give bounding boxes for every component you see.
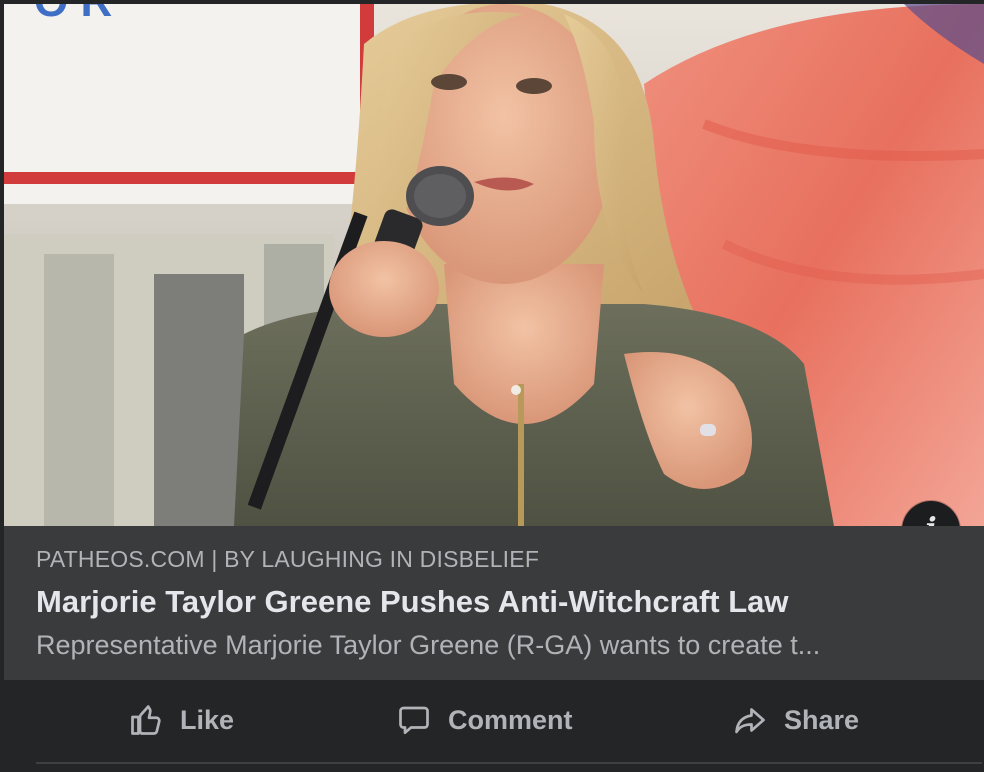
share-label: Share [784,704,860,735]
link-headline[interactable]: Marjorie Taylor Greene Pushes Anti-Witch… [36,584,789,620]
link-source: PATHEOS.COM | BY LAUGHING IN DISBELIEF [36,546,540,572]
post-action-bar: Like Comment Share [4,680,984,772]
like-label: Like [180,704,235,735]
speech-bubble-icon [399,706,429,735]
svg-text:O R: O R [34,4,112,26]
comment-label: Comment [448,704,573,735]
like-button[interactable]: Like [128,698,234,742]
thumbs-up-icon [131,705,161,735]
share-button[interactable]: Share [732,698,859,742]
link-preview-caption[interactable]: PATHEOS.COM | BY LAUGHING IN DISBELIEF M… [4,526,984,680]
comment-button[interactable]: Comment [396,698,573,742]
share-arrow-icon [735,708,765,734]
post-card: O R [0,0,984,772]
article-photo-illustration: O R [4,4,984,526]
divider [36,762,982,764]
article-image[interactable]: O R [4,4,984,526]
link-description: Representative Marjorie Taylor Greene (R… [36,630,821,660]
